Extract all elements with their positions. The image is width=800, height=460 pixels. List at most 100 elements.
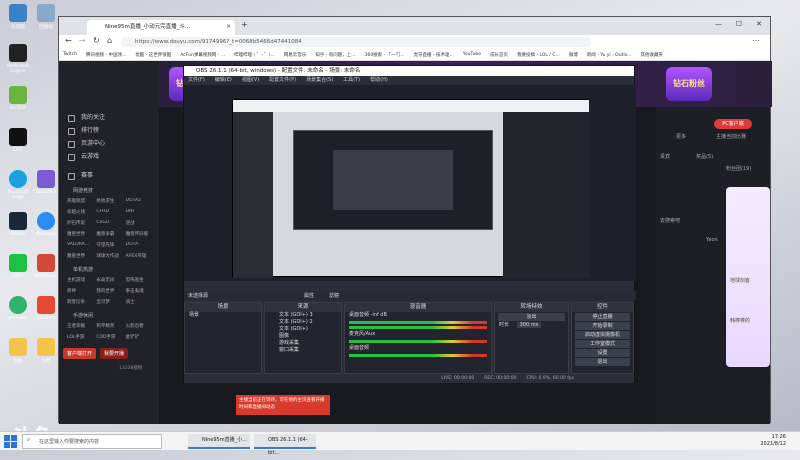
maximize-icon[interactable]: ☐ bbox=[736, 20, 742, 28]
bookmark[interactable]: 虎牙直播 - 技术驱... bbox=[413, 52, 453, 58]
minimize-icon[interactable]: — bbox=[715, 20, 722, 28]
source-item[interactable]: 文本 (GDI+) 2 bbox=[265, 319, 341, 326]
sidebar-item-webgame[interactable]: 页游中心 bbox=[59, 137, 159, 150]
desktop-icon-nvidia[interactable]: NVIDIA bbox=[4, 86, 32, 111]
bookmark[interactable]: 新闻 - Yu yi - Outlo... bbox=[587, 52, 632, 58]
game-link[interactable]: 骑士 bbox=[126, 299, 155, 305]
game-link[interactable]: 炉石传说 bbox=[67, 220, 96, 226]
game-link[interactable]: 球球大作战 bbox=[96, 253, 125, 259]
menu-icon[interactable]: ⋯ bbox=[752, 36, 760, 45]
transition-select[interactable]: 淡出 bbox=[498, 313, 565, 321]
new-tab-icon[interactable]: + bbox=[241, 20, 248, 29]
desktop-icon-computer[interactable]: 此电脑 bbox=[4, 4, 32, 30]
game-link[interactable]: LOL手游 bbox=[67, 334, 96, 340]
menu-scene-collection[interactable]: 场景集合(S) bbox=[306, 76, 333, 85]
source-item[interactable]: 游戏采集 bbox=[265, 340, 341, 347]
game-link[interactable]: 绝地求生 bbox=[96, 198, 125, 204]
taskbar-search[interactable]: 在这里输入你要搜索的内容 bbox=[22, 434, 162, 449]
game-link[interactable]: 魔兽怀旧服 bbox=[126, 231, 155, 237]
right-label[interactable]: 贵宾 bbox=[660, 153, 670, 160]
properties-button[interactable]: 属性 bbox=[304, 292, 314, 299]
source-item[interactable]: 文本 (GDI+) 3 bbox=[265, 312, 341, 319]
menu-tools[interactable]: 工具(T) bbox=[343, 76, 360, 85]
taskbar-app-obs[interactable]: OBS 26.1.1 (64-bit... bbox=[254, 434, 316, 456]
game-link[interactable]: 金铲铲 bbox=[126, 334, 155, 340]
exit-button[interactable]: 退出 bbox=[575, 358, 630, 366]
filters-button[interactable]: 滤镜 bbox=[329, 292, 339, 299]
bookmark[interactable]: 腾讯视频 - 中国领... bbox=[86, 52, 126, 58]
bookmark[interactable]: 我要投稿 - LOL / C... bbox=[517, 52, 560, 58]
game-link[interactable]: 宝可梦 bbox=[96, 299, 125, 305]
obs-preview[interactable] bbox=[184, 85, 636, 281]
game-link[interactable]: 主机游戏 bbox=[67, 277, 96, 283]
refresh-icon[interactable]: ↻ bbox=[93, 36, 100, 45]
game-link[interactable]: DOTA2 bbox=[126, 198, 155, 204]
source-item[interactable]: 图像 bbox=[265, 333, 341, 340]
home-icon[interactable]: ⌂ bbox=[107, 36, 112, 45]
game-link[interactable]: 魔兽争霸 bbox=[96, 231, 125, 237]
source-item[interactable]: 窗口采集 bbox=[265, 347, 341, 354]
game-link[interactable]: 我的世界 bbox=[96, 288, 125, 294]
volume-slider[interactable] bbox=[349, 354, 487, 357]
desktop-icon-epic[interactable]: EPIC bbox=[4, 128, 32, 153]
scene-item[interactable]: 场景 bbox=[185, 312, 261, 319]
studio-mode-button[interactable]: 工作室模式 bbox=[575, 340, 630, 348]
desktop-icon-edge[interactable]: Microsoft Edge bbox=[4, 170, 32, 200]
game-link[interactable]: 守望先锋 bbox=[96, 242, 125, 248]
client-open-button[interactable]: 客户端打开 bbox=[63, 348, 97, 359]
bookmark[interactable]: Twitch bbox=[63, 52, 77, 57]
forward-icon[interactable]: → bbox=[79, 36, 86, 45]
game-link[interactable]: 王者荣耀 bbox=[67, 323, 96, 329]
desktop-icon-kook[interactable]: Kookapp bbox=[32, 212, 60, 237]
taskbar-clock[interactable]: 17:26 2021/8/12 bbox=[760, 434, 786, 448]
promo-panel[interactable]: 地球剑客 韩棒棒的 bbox=[726, 187, 770, 367]
menu-help[interactable]: 帮助(H) bbox=[370, 76, 388, 85]
game-link[interactable]: CFHD bbox=[96, 209, 125, 215]
right-label[interactable]: 粉丝团(19) bbox=[726, 165, 751, 172]
menu-edit[interactable]: 编辑(E) bbox=[215, 76, 232, 85]
game-link[interactable]: COD手游 bbox=[96, 334, 125, 340]
game-link[interactable]: DNF bbox=[126, 209, 155, 215]
game-link[interactable]: 永劫无间 bbox=[96, 277, 125, 283]
bookmark[interactable]: YouTube bbox=[463, 52, 481, 57]
game-link[interactable]: 魔兽世界 bbox=[67, 231, 96, 237]
start-live-button[interactable]: 我要开播 bbox=[100, 348, 129, 359]
desktop-icon-qqmusic[interactable]: qqmusic bbox=[4, 296, 32, 321]
sidebar-item-events[interactable]: 赛事 bbox=[59, 169, 159, 182]
desktop-icon-file[interactable]: 文件 bbox=[4, 338, 32, 364]
game-link[interactable]: 原神 bbox=[67, 288, 96, 294]
virtual-camera-button[interactable]: 启动虚拟摄像机 bbox=[575, 331, 630, 339]
bookmark[interactable]: 360搜索 - 「一勺... bbox=[365, 52, 405, 58]
source-item[interactable]: 文本 (GDI+) bbox=[265, 326, 341, 333]
game-link[interactable]: 英雄联盟 bbox=[67, 198, 96, 204]
bookmark[interactable]: 网易云音乐 bbox=[284, 52, 307, 58]
game-link[interactable]: APEX英雄 bbox=[126, 253, 155, 259]
browser-tab[interactable]: Nine95m直播_小动元完直播_斗... ✕ bbox=[87, 20, 235, 35]
desktop-icon-steam[interactable]: Steam bbox=[4, 212, 32, 237]
bookmark[interactable]: 其他收藏夹 bbox=[641, 52, 664, 58]
game-link[interactable]: 魔兽世界 bbox=[67, 253, 96, 259]
desktop-icon-dell[interactable]: DELLWE3 bbox=[32, 170, 60, 195]
bookmark[interactable]: 成长首页 bbox=[490, 52, 508, 58]
desktop-icon-mod[interactable]: ModOrgan bbox=[32, 254, 60, 279]
game-link[interactable]: 火影忍者 bbox=[126, 323, 155, 329]
game-link[interactable]: 拳击鬼魂 bbox=[126, 288, 155, 294]
taskbar-app-browser[interactable]: Nine95m直播_小... bbox=[188, 434, 250, 449]
back-icon[interactable]: ← bbox=[65, 36, 72, 45]
bookmark[interactable]: 知乎 - 有问题，上... bbox=[315, 52, 355, 58]
desktop-icon-bandizip[interactable]: Bandizip bbox=[32, 296, 60, 321]
game-link[interactable]: 刺客信条 bbox=[67, 299, 96, 305]
stop-streaming-button[interactable]: 停止直播 bbox=[575, 313, 630, 321]
game-link[interactable]: 逆战 bbox=[126, 220, 155, 226]
sidebar-item-follow[interactable]: 我的关注 bbox=[59, 111, 159, 124]
menu-view[interactable]: 视图(V) bbox=[242, 76, 259, 85]
desktop-icon-recycle[interactable]: 回收站 bbox=[32, 4, 60, 30]
bookmark[interactable]: 哔哩哔哩 ( ゜- ゜)... bbox=[234, 52, 275, 58]
url-input[interactable]: https://www.douyu.com/9174996?_t=0068b54… bbox=[121, 37, 591, 47]
settings-button[interactable]: 设置 bbox=[575, 349, 630, 357]
duration-input[interactable]: 300 ms bbox=[516, 322, 542, 328]
right-label[interactable]: 更多 bbox=[676, 133, 686, 140]
right-label[interactable]: 奖品(5) bbox=[696, 153, 713, 160]
game-link[interactable]: DOTA bbox=[126, 242, 155, 248]
game-link[interactable]: 穿越火线 bbox=[67, 209, 96, 215]
